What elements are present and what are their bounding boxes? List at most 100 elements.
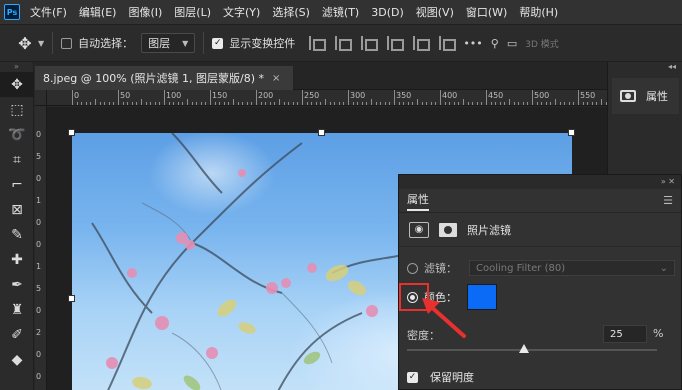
transform-handle-top-left[interactable] [68, 129, 75, 136]
clone-stamp-tool-icon[interactable]: ♜ [0, 297, 34, 322]
transform-handle-middle-left[interactable] [68, 295, 75, 302]
search-icon[interactable]: ⚲ [491, 37, 499, 50]
marquee-tool-icon[interactable]: ⬚ [0, 97, 34, 122]
menu-select[interactable]: 选择(S) [272, 4, 310, 20]
properties-panel: » ✕ 属性 ☰ ◉ 照片滤镜 滤镜： Cooling Filter (80) … [398, 174, 682, 390]
frame-tool-icon[interactable]: ⊠ [0, 197, 34, 222]
ruler-tick [444, 102, 446, 105]
dock-properties-button[interactable]: 属性 [612, 78, 679, 114]
panel-collapse-icon[interactable]: » ✕ [399, 175, 681, 189]
ruler-tick [90, 102, 92, 105]
align-right-icon[interactable] [361, 36, 379, 51]
preserve-luminosity-row: ✓ 保留明度 [407, 369, 474, 385]
panel-grip-icon[interactable]: » [0, 62, 33, 72]
layer-mask-icon[interactable] [439, 222, 457, 237]
menu-file[interactable]: 文件(F) [30, 4, 67, 20]
menu-image[interactable]: 图像(I) [128, 4, 162, 20]
menu-window[interactable]: 窗口(W) [466, 4, 507, 20]
lasso-tool-icon[interactable]: ➰ [0, 122, 34, 147]
workspace-icon[interactable]: ▭ [507, 37, 517, 50]
ruler-tick [476, 102, 478, 105]
ruler-tick [352, 102, 354, 105]
menu-help[interactable]: 帮助(H) [519, 4, 558, 20]
chevron-down-icon[interactable]: ▼ [38, 39, 44, 48]
ruler-tick [495, 102, 497, 105]
ruler-tick [205, 102, 207, 105]
color-radio[interactable] [407, 291, 418, 303]
align-center-icon[interactable] [335, 36, 353, 51]
preserve-luminosity-checkbox[interactable]: ✓ [407, 371, 418, 383]
panel-menu-icon[interactable]: ☰ [663, 194, 673, 207]
ruler-tick [315, 102, 317, 105]
ruler-top[interactable]: 0 50 100 150 200 250 300 350 400 450 500 550 [47, 90, 607, 106]
filter-dropdown[interactable]: Cooling Filter (80) ⌄ [469, 260, 675, 276]
document-tab[interactable]: 8.jpeg @ 100% (照片滤镜 1, 图层蒙版/8) * × [35, 66, 293, 90]
density-slider-thumb[interactable] [518, 344, 529, 353]
ruler-tick [338, 102, 340, 105]
ruler-tick [306, 102, 308, 105]
ruler-tick [504, 102, 506, 105]
menu-3d[interactable]: 3D(D) [371, 6, 404, 19]
healing-brush-tool-icon[interactable]: ✚ [0, 247, 34, 272]
close-icon[interactable]: × [272, 73, 280, 84]
move-tool-preset-icon[interactable]: ✥ [14, 32, 36, 54]
properties-tab[interactable]: 属性 [407, 191, 429, 211]
ruler-tick [164, 90, 165, 105]
ruler-tick [398, 102, 400, 105]
menu-layer[interactable]: 图层(L) [174, 4, 211, 20]
ruler-corner[interactable] [35, 90, 47, 106]
align-top-icon[interactable] [387, 36, 405, 51]
eraser-tool-icon[interactable]: ◆ [0, 347, 34, 372]
show-transform-checkbox[interactable]: ✓ [212, 37, 224, 49]
divider [52, 32, 54, 54]
ruler-tick [536, 102, 538, 105]
menu-type[interactable]: 文字(Y) [223, 4, 260, 20]
ruler-tick [550, 102, 552, 105]
crop-tool-icon[interactable]: ⌐ [0, 172, 34, 197]
move-tool-icon[interactable]: ✥ [0, 72, 34, 97]
eyedropper-tool-icon[interactable]: ✎ [0, 222, 34, 247]
quick-select-tool-icon[interactable]: ⌗ [0, 147, 34, 172]
camera-filter-icon[interactable]: ◉ [409, 221, 429, 238]
align-middle-icon[interactable] [413, 36, 431, 51]
align-left-icon[interactable] [309, 36, 327, 51]
brush-tool-icon[interactable]: ✒ [0, 272, 34, 297]
ruler-left[interactable]: 0 5 0 1 0 0 1 5 0 2 0 0 [35, 106, 47, 390]
auto-select-checkbox[interactable] [61, 37, 73, 49]
collapse-dock-icon[interactable]: ◂◂ [608, 62, 682, 74]
ruler-tick [320, 102, 322, 105]
ruler-tick [421, 102, 423, 105]
ruler-tick [384, 102, 386, 105]
density-input[interactable]: 25 [603, 325, 647, 343]
color-swatch[interactable] [467, 284, 497, 310]
ruler-tick [214, 102, 216, 105]
ruler-tick [472, 102, 474, 105]
auto-select-dropdown[interactable]: 图层 ▼ [141, 33, 196, 53]
document-tab-title: 8.jpeg @ 100% (照片滤镜 1, 图层蒙版/8) * [43, 72, 264, 85]
menu-filter[interactable]: 滤镜(T) [322, 4, 359, 20]
transform-handle-top-right[interactable] [568, 129, 575, 136]
menu-edit[interactable]: 编辑(E) [79, 4, 117, 20]
chevron-down-icon: ⌄ [659, 262, 668, 274]
ruler-top-label: 450 [488, 91, 504, 100]
ruler-tick [246, 102, 248, 105]
transform-handle-top-center[interactable] [318, 129, 325, 136]
align-bottom-icon[interactable] [439, 36, 457, 51]
menu-view[interactable]: 视图(V) [416, 4, 454, 20]
mode-3d-label[interactable]: 3D 模式 [525, 37, 559, 50]
ruler-tick [223, 102, 225, 105]
ruler-tick [85, 102, 87, 105]
ruler-tick [288, 102, 290, 105]
more-icon[interactable]: ••• [463, 37, 482, 50]
ruler-tick [407, 102, 409, 105]
ruler-tick [127, 102, 129, 105]
ruler-tick [173, 102, 175, 105]
history-brush-tool-icon[interactable]: ✐ [0, 322, 34, 347]
ruler-top-label: 500 [534, 91, 550, 100]
ruler-tick [417, 99, 418, 105]
filter-radio[interactable] [407, 262, 418, 274]
adjustment-header: ◉ 照片滤镜 [399, 213, 681, 247]
ruler-tick [242, 102, 244, 105]
ruler-top-label: 0 [74, 91, 80, 100]
density-slider[interactable] [407, 344, 657, 353]
